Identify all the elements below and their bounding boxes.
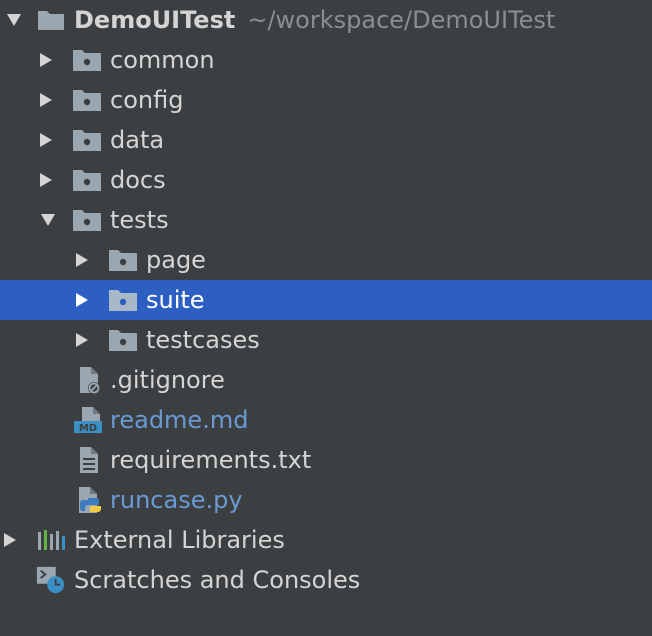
tree-row-folder[interactable]: docs (0, 160, 652, 200)
tree-row-folder[interactable]: data (0, 120, 652, 160)
expand-arrow-right-icon[interactable] (36, 40, 56, 80)
expand-arrow-right-icon[interactable] (72, 280, 92, 320)
tree-row-root[interactable]: DemoUITest ~/workspace/DemoUITest (0, 0, 652, 40)
tree-row-file[interactable]: MD readme.md (0, 400, 652, 440)
folder-label: docs (110, 166, 166, 194)
package-folder-icon (72, 80, 102, 120)
project-tree: DemoUITest ~/workspace/DemoUITest common … (0, 0, 652, 600)
folder-icon (36, 0, 66, 40)
expand-arrow-down-icon[interactable] (38, 200, 58, 240)
package-folder-icon (72, 160, 102, 200)
tree-row-file[interactable]: .gitignore (0, 360, 652, 400)
file-label: .gitignore (110, 366, 225, 394)
expand-arrow-right-icon[interactable] (36, 120, 56, 160)
folder-label: page (146, 246, 206, 274)
package-folder-icon (108, 240, 138, 280)
expand-arrow-right-icon[interactable] (72, 320, 92, 360)
external-libraries-label: External Libraries (74, 526, 285, 554)
expand-arrow-right-icon[interactable] (36, 80, 56, 120)
library-icon (36, 520, 66, 560)
root-folder-name: DemoUITest (74, 6, 236, 34)
file-label: runcase.py (110, 486, 243, 514)
tree-row-folder[interactable]: common (0, 40, 652, 80)
tree-row-folder[interactable]: tests (0, 200, 652, 240)
expand-arrow-right-icon[interactable] (72, 240, 92, 280)
file-label: requirements.txt (110, 446, 312, 474)
svg-text:MD: MD (79, 423, 97, 434)
tree-row-file[interactable]: runcase.py (0, 480, 652, 520)
gitignore-file-icon (74, 360, 104, 400)
scratches-label: Scratches and Consoles (74, 566, 361, 594)
folder-label: testcases (146, 326, 260, 354)
folder-label: suite (146, 286, 205, 314)
markdown-file-icon: MD (74, 400, 104, 440)
folder-label: common (110, 46, 215, 74)
tree-row-folder[interactable]: testcases (0, 320, 652, 360)
expand-arrow-down-icon[interactable] (4, 0, 24, 40)
tree-row-folder[interactable]: page (0, 240, 652, 280)
tree-row-external-libraries[interactable]: External Libraries (0, 520, 652, 560)
package-folder-icon (108, 320, 138, 360)
package-folder-icon (72, 120, 102, 160)
package-folder-icon (108, 280, 138, 320)
tree-row-file[interactable]: requirements.txt (0, 440, 652, 480)
python-file-icon (74, 480, 104, 520)
text-file-icon (74, 440, 104, 480)
scratches-console-icon (36, 560, 66, 600)
root-folder-label: DemoUITest ~/workspace/DemoUITest (74, 0, 555, 40)
package-folder-icon (72, 200, 102, 240)
tree-row-scratches[interactable]: Scratches and Consoles (0, 560, 652, 600)
package-folder-icon (72, 40, 102, 80)
root-folder-path: ~/workspace/DemoUITest (247, 6, 556, 34)
tree-row-folder-selected[interactable]: suite (0, 280, 652, 320)
folder-label: data (110, 126, 165, 154)
folder-label: config (110, 86, 184, 114)
expand-arrow-right-icon[interactable] (0, 520, 20, 560)
tree-row-folder[interactable]: config (0, 80, 652, 120)
file-label: readme.md (110, 406, 249, 434)
expand-arrow-right-icon[interactable] (36, 160, 56, 200)
folder-label: tests (110, 206, 169, 234)
